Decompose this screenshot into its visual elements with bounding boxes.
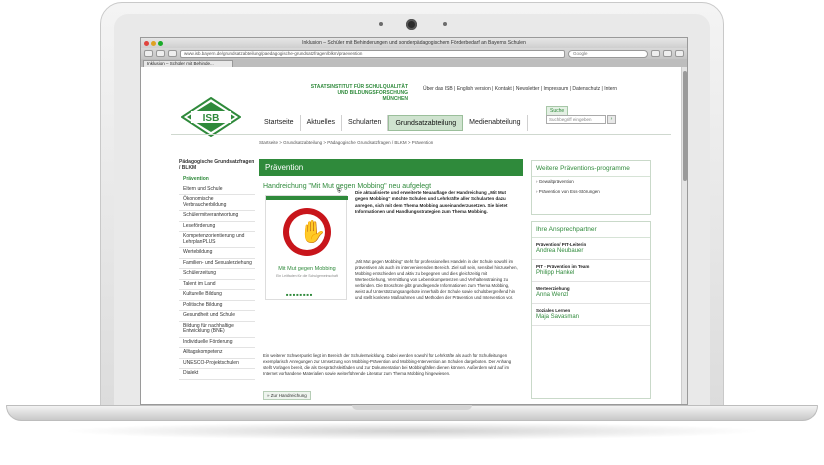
institute-name: STAATSINSTITUT FÜR SCHULQUALITÄT UND BIL… <box>268 84 408 102</box>
book-cover-bar <box>266 196 348 200</box>
sensor-dot-right <box>443 22 447 26</box>
contact-entry: Werteerziehung Anna Wenzl <box>532 282 650 304</box>
page-scrollbar[interactable] <box>681 67 687 404</box>
leftnav-item[interactable]: Schülermitverantwortung <box>179 211 255 222</box>
leftnav-item[interactable]: Familien- und Sexualerziehung <box>179 259 255 269</box>
book-cover-image[interactable]: ✋ Mit Mut gegen Mobbing Ein Leitfaden fü… <box>265 195 348 300</box>
prevention-programs-title: Weitere Präventions-programme <box>532 161 650 177</box>
stop-sign-inner: ✋ <box>289 214 327 250</box>
contact-entry: Prävention/ PIT-Leiterin Andrea Neubauer <box>532 238 650 260</box>
hand-icon: ✋ <box>299 219 327 244</box>
browser-tabbar: Inklusion – Schüler mit Behinde... <box>141 59 687 67</box>
contact-entry: Soziales Lernen Maja Savasman <box>532 304 650 326</box>
article-intro: Die aktualisierte und erweiterte Neuaufl… <box>355 190 508 214</box>
header-divider <box>171 134 671 135</box>
top-navigation[interactable]: Über das ISB | English version | Kontakt… <box>423 86 617 92</box>
leftnav-item[interactable]: Talent im Land <box>179 280 255 290</box>
leftnav-item[interactable]: Kompetenzorientierung und LehrplanPLUS <box>179 232 255 248</box>
bavarian-crest-icon: ⛨ <box>337 189 342 195</box>
leftnav-heading[interactable]: Pädagogische Grundsatzfragen / BLKM <box>179 159 255 171</box>
article-body: „Mit Mut gegen Mobbing“ steht für profes… <box>355 259 518 300</box>
leftnav-item[interactable]: Bildung für nachhaltige Entwicklung (BNE… <box>179 322 255 338</box>
bookmarks-button[interactable] <box>168 50 177 57</box>
leftnav-item[interactable]: Eltern und Schule <box>179 185 255 195</box>
handreichung-link-button[interactable]: » Zur Handreichung <box>263 391 311 400</box>
leftnav-item[interactable]: Ökonomische Verbraucherbildung <box>179 195 255 211</box>
sensor-dot-left <box>379 22 383 26</box>
web-page: ISB STAATSINSTITUT FÜR SCHULQUALITÄT UND… <box>141 67 687 404</box>
leftnav-item[interactable]: Gesundheit und Schule <box>179 311 255 322</box>
leftnav-item[interactable]: UNESCO-Projektschulen <box>179 359 255 369</box>
contacts-title: Ihre Ansprechpartner <box>532 222 650 238</box>
nav-aktuelles[interactable]: Aktuelles <box>301 115 342 131</box>
browser-titlebar: Inklusion – Schüler mit Behinderungen un… <box>141 38 687 48</box>
leftnav-item[interactable]: Dialekt <box>179 369 255 380</box>
breadcrumb[interactable]: Startseite > Grundsatzabteilung > Pädago… <box>259 140 433 145</box>
camera-icon <box>406 19 417 30</box>
section-title: Prävention <box>259 159 523 176</box>
contact-name[interactable]: Maja Savasman <box>536 314 646 321</box>
laptop-screen: Inklusion – Schüler mit Behinderungen un… <box>140 37 688 405</box>
stop-hand-icon: ✋ <box>283 208 331 256</box>
leftnav-item[interactable]: Schülerzeitung <box>179 269 255 280</box>
address-bar[interactable]: www.isb.bayern.de/grundsatzabteilung/pae… <box>180 49 565 58</box>
logo-text: ISB <box>203 113 220 124</box>
nav-schularten[interactable]: Schularten <box>342 115 389 131</box>
back-button[interactable] <box>144 50 153 57</box>
leftnav-item[interactable]: Politische Bildung <box>179 301 255 311</box>
window-title: Inklusion – Schüler mit Behinderungen un… <box>302 40 526 46</box>
browser-tab[interactable]: Inklusion – Schüler mit Behinde... <box>143 60 233 67</box>
nav-grundsatzabteilung[interactable]: Grundsatzabteilung <box>388 115 464 131</box>
search-submit-button[interactable]: › <box>607 115 616 124</box>
sidebar-link[interactable]: › Prävention von Ess-Störungen <box>532 187 650 197</box>
book-dots-decoration: ■■■■■■■■ <box>286 292 314 297</box>
forward-button[interactable] <box>156 50 165 57</box>
institute-name-line: MÜNCHEN <box>382 96 408 102</box>
leftnav-item[interactable]: Alltagskompetenz <box>179 348 255 359</box>
home-icon[interactable] <box>663 50 672 57</box>
leftnav-item[interactable]: Individuelle Förderung <box>179 338 255 348</box>
menu-icon[interactable] <box>675 50 684 57</box>
contact-name[interactable]: Andrea Neubauer <box>536 248 646 255</box>
isb-logo[interactable]: ISB <box>181 97 241 137</box>
main-navigation: Startseite Aktuelles Schularten Grundsat… <box>258 115 528 131</box>
leftnav-item[interactable]: Prävention <box>179 175 255 185</box>
contact-name[interactable]: Anna Wenzl <box>536 292 646 299</box>
book-subtitle: Ein Leitfaden für die Schulgemeinschaft <box>276 274 338 278</box>
article-body-continued: Ein weiterer Schwerpunkt liegt im Bereic… <box>263 353 512 376</box>
left-navigation: Pädagogische Grundsatzfragen / BLKM Präv… <box>179 159 255 380</box>
laptop-shadow <box>60 422 764 440</box>
browser-toolbar: www.isb.bayern.de/grundsatzabteilung/pae… <box>141 48 687 59</box>
article-headline: Handreichung "Mit Mut gegen Mobbing" neu… <box>263 183 432 190</box>
leftnav-item[interactable]: Kulturelle Bildung <box>179 290 255 301</box>
nav-medienabteilung[interactable]: Medienabteilung <box>463 115 528 131</box>
contact-entry: PIT - Prävention im Team Philipp Hankel <box>532 260 650 282</box>
laptop-notch <box>352 405 472 410</box>
search-icon[interactable] <box>651 50 660 57</box>
leftnav-item[interactable]: Wertebildung <box>179 248 255 259</box>
prevention-programs-box: Weitere Präventions-programme › Gewaltpr… <box>531 160 651 215</box>
main-content: Prävention Handreichung "Mit Mut gegen M… <box>259 159 523 404</box>
sidebar-link[interactable]: › Gewaltprävention <box>532 177 650 187</box>
scrollbar-thumb[interactable] <box>683 71 687 181</box>
nav-startseite[interactable]: Startseite <box>258 115 301 131</box>
site-search-input[interactable]: Suchbegriff eingeben <box>546 115 606 124</box>
book-title: Mit Mut gegen Mobbing <box>278 266 336 272</box>
contact-name[interactable]: Philipp Hankel <box>536 270 646 277</box>
leftnav-item[interactable]: Leseförderung <box>179 222 255 232</box>
contacts-box: Ihre Ansprechpartner Prävention/ PIT-Lei… <box>531 221 651 399</box>
browser-search-input[interactable]: Google <box>568 49 648 58</box>
